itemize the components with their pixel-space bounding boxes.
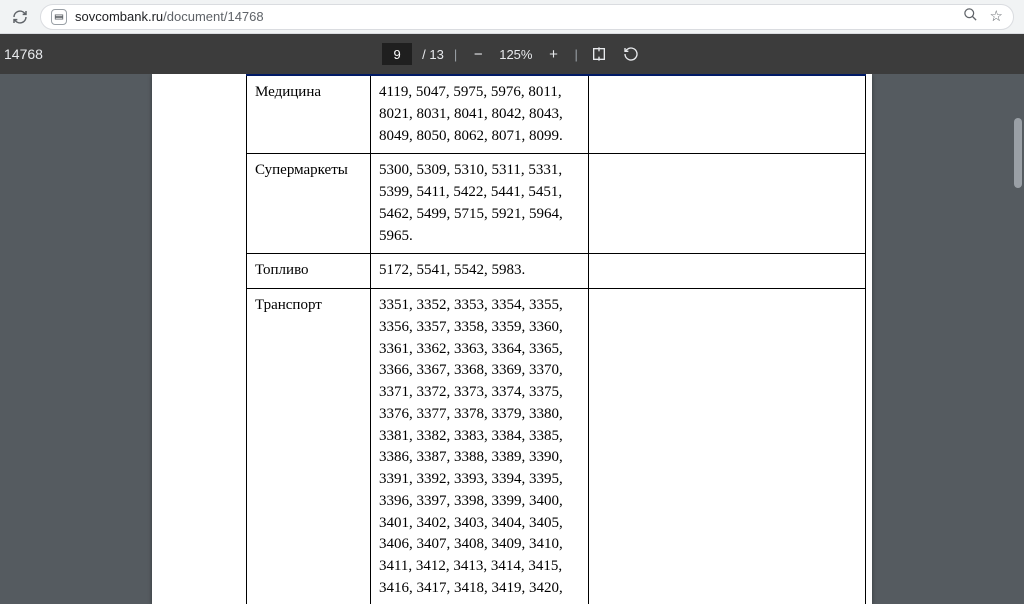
toolbar-separator: | (574, 47, 577, 62)
codes-cell: 5172, 5541, 5542, 5983. (370, 254, 588, 289)
extra-cell (588, 254, 865, 289)
table-row: Супермаркеты5300, 5309, 5310, 5311, 5331… (247, 154, 866, 254)
reload-button[interactable] (10, 7, 30, 27)
zoom-in-button[interactable]: + (542, 43, 564, 65)
pdf-page-area[interactable]: Медицина4119, 5047, 5975, 5976, 8011, 80… (0, 74, 1024, 604)
toolbar-separator: | (454, 47, 457, 62)
site-info-icon[interactable] (51, 9, 67, 25)
pdf-viewer: 14768 9 / 13 | − 125% + | Медицина4 (0, 34, 1024, 604)
table-row: Топливо5172, 5541, 5542, 5983. (247, 254, 866, 289)
zoom-indicator-icon[interactable] (963, 7, 978, 26)
extra-cell (588, 75, 865, 154)
browser-address-bar: sovcombank.ru/document/14768 ☆ (0, 0, 1024, 34)
codes-cell: 4119, 5047, 5975, 5976, 8011, 8021, 8031… (370, 75, 588, 154)
codes-cell: 5300, 5309, 5310, 5311, 5331, 5399, 5411… (370, 154, 588, 254)
bookmark-star-icon[interactable]: ☆ (990, 7, 1003, 26)
pdf-toolbar: 14768 9 / 13 | − 125% + | (0, 34, 1024, 74)
extra-cell (588, 289, 865, 604)
page-total: / 13 (422, 47, 444, 62)
url-bar[interactable]: sovcombank.ru/document/14768 ☆ (40, 4, 1014, 30)
zoom-level[interactable]: 125% (499, 47, 532, 62)
zoom-out-button[interactable]: − (467, 43, 489, 65)
category-cell: Медицина (247, 75, 371, 154)
category-cell: Топливо (247, 254, 371, 289)
pdf-page: Медицина4119, 5047, 5975, 5976, 8011, 80… (152, 74, 872, 604)
vertical-scrollbar[interactable] (1014, 118, 1022, 188)
codes-cell: 3351, 3352, 3353, 3354, 3355, 3356, 3357… (370, 289, 588, 604)
mcc-table: Медицина4119, 5047, 5975, 5976, 8011, 80… (246, 74, 866, 604)
category-cell: Транспорт (247, 289, 371, 604)
extra-cell (588, 154, 865, 254)
table-row: Транспорт3351, 3352, 3353, 3354, 3355, 3… (247, 289, 866, 604)
rotate-button[interactable] (620, 43, 642, 65)
category-cell: Супермаркеты (247, 154, 371, 254)
page-number-input[interactable]: 9 (382, 43, 412, 65)
table-row: Медицина4119, 5047, 5975, 5976, 8011, 80… (247, 75, 866, 154)
fit-to-page-button[interactable] (588, 43, 610, 65)
pdf-doc-title: 14768 (0, 34, 43, 74)
url-text: sovcombank.ru/document/14768 (75, 9, 955, 24)
